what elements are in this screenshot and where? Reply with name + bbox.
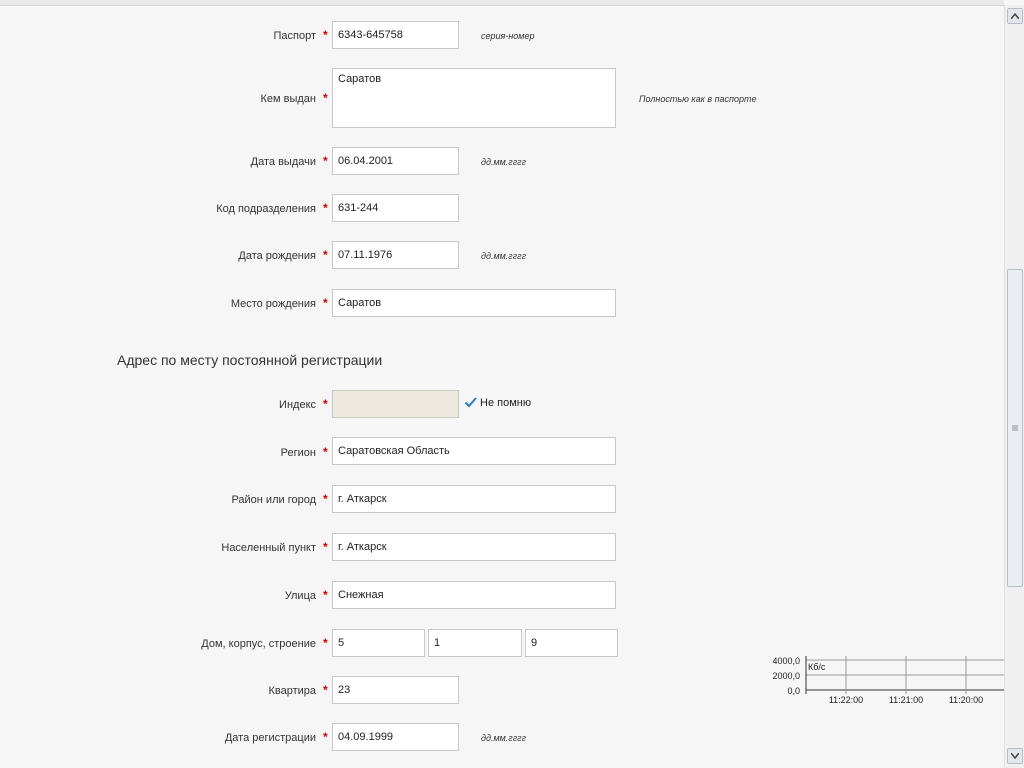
- house-label: Дом, корпус, строение: [201, 638, 316, 650]
- registration-address-section-title: Адрес по месту постоянной регистрации: [117, 352, 383, 368]
- network-monitor-widget: Кб/с 4000,0 2000,0 0,0 11:22:00 11:21:00…: [760, 652, 1024, 712]
- dont-remember-checkbox-group[interactable]: Не помню: [464, 396, 531, 409]
- issue-date-label: Дата выдачи: [250, 156, 316, 168]
- region-label: Регион: [280, 447, 316, 459]
- network-monitor-graph: Кб/с 4000,0 2000,0 0,0 11:22:00 11:21:00…: [772, 656, 1024, 705]
- locality-input[interactable]: [332, 533, 616, 561]
- chevron-up-icon: [1011, 13, 1019, 19]
- birth-place-input[interactable]: [332, 289, 616, 317]
- issue-date-input[interactable]: [332, 147, 459, 175]
- registration-date-required-mark: *: [323, 730, 328, 744]
- issued-by-label: Кем выдан: [260, 93, 316, 105]
- x-tick-label: 11:20:00: [949, 695, 983, 705]
- x-tick-label: 11:21:00: [889, 695, 923, 705]
- scroll-up-button[interactable]: [1007, 8, 1023, 24]
- issue-date-required-mark: *: [323, 154, 328, 168]
- passport-required-mark: *: [323, 28, 328, 42]
- division-code-required-mark: *: [323, 201, 328, 215]
- region-input[interactable]: [332, 437, 616, 465]
- passport-label: Паспорт: [273, 30, 316, 42]
- birth-date-input[interactable]: [332, 241, 459, 269]
- passport-input[interactable]: [332, 21, 459, 49]
- structure-number-input[interactable]: [525, 629, 618, 657]
- birth-date-label: Дата рождения: [238, 250, 316, 262]
- chevron-down-icon: [1011, 753, 1019, 759]
- district-required-mark: *: [323, 492, 328, 506]
- registration-date-hint: дд.мм.гггг: [481, 733, 527, 743]
- region-required-mark: *: [323, 445, 328, 459]
- top-edge: [0, 0, 1004, 6]
- issued-by-textarea[interactable]: Саратов: [332, 68, 616, 128]
- apartment-input[interactable]: [332, 676, 459, 704]
- y-tick-label: 4000,0: [772, 656, 800, 666]
- vertical-scrollbar[interactable]: [1004, 5, 1024, 768]
- district-input[interactable]: [332, 485, 616, 513]
- scroll-thumb[interactable]: [1007, 269, 1023, 587]
- grip-icon: [1012, 425, 1018, 431]
- x-tick-label: 11:22:00: [829, 695, 863, 705]
- house-required-mark: *: [323, 636, 328, 650]
- birth-place-label: Место рождения: [230, 298, 316, 310]
- district-label: Район или город: [231, 494, 316, 506]
- house-number-input[interactable]: [332, 629, 425, 657]
- index-required-mark: *: [323, 397, 328, 411]
- birth-date-required-mark: *: [323, 248, 328, 262]
- index-input[interactable]: [332, 390, 459, 418]
- dont-remember-label[interactable]: Не помню: [480, 397, 531, 409]
- registration-date-input[interactable]: [332, 723, 459, 751]
- unit-label: Кб/с: [808, 662, 826, 672]
- issued-by-hint: Полностью как в паспорте: [639, 94, 757, 104]
- passport-hint: серия-номер: [481, 31, 535, 41]
- apartment-label: Квартира: [268, 685, 316, 697]
- division-code-input[interactable]: [332, 194, 459, 222]
- checkmark-icon[interactable]: [464, 396, 477, 409]
- registration-date-label: Дата регистрации: [224, 732, 316, 744]
- birth-date-hint: дд.мм.гггг: [481, 251, 527, 261]
- locality-label: Населенный пункт: [221, 542, 316, 554]
- division-code-label: Код подразделения: [216, 203, 316, 215]
- index-label: Индекс: [279, 399, 316, 411]
- issued-by-required-mark: *: [323, 91, 328, 105]
- birth-place-required-mark: *: [323, 296, 328, 310]
- y-tick-label: 0,0: [787, 686, 800, 696]
- locality-required-mark: *: [323, 540, 328, 554]
- issue-date-hint: дд.мм.гггг: [481, 157, 527, 167]
- scroll-down-button[interactable]: [1007, 748, 1023, 764]
- street-label: Улица: [284, 590, 316, 602]
- building-number-input[interactable]: [428, 629, 522, 657]
- street-required-mark: *: [323, 588, 328, 602]
- street-input[interactable]: [332, 581, 616, 609]
- y-tick-label: 2000,0: [772, 671, 800, 681]
- apartment-required-mark: *: [323, 683, 328, 697]
